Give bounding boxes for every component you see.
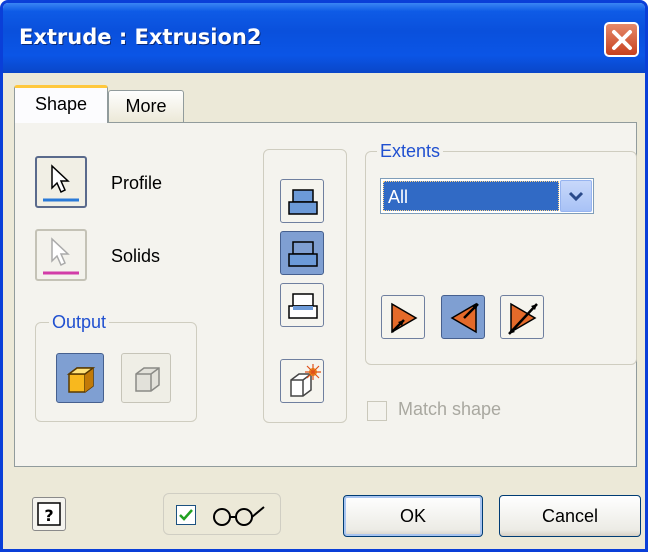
join-icon (288, 189, 318, 215)
dialog-title: Extrude : Extrusion2 (19, 25, 262, 49)
direction-2-icon (450, 302, 479, 334)
title-bar[interactable]: Extrude : Extrusion2 (3, 3, 645, 73)
direction-2-button[interactable] (441, 295, 485, 339)
output-surface-button[interactable] (121, 353, 171, 403)
cursor-arrow-icon (43, 237, 79, 275)
extents-legend: Extents (377, 141, 444, 162)
cursor-arrow-icon (43, 164, 79, 202)
solids-label: Solids (111, 246, 161, 266)
profile-select-button[interactable] (35, 156, 87, 208)
ok-button[interactable]: OK (343, 495, 483, 537)
cancel-button[interactable]: Cancel (499, 495, 641, 537)
help-icon: ? (37, 502, 61, 526)
direction-1-button[interactable] (381, 295, 425, 339)
tab-shape[interactable]: Shape (14, 85, 108, 123)
extrude-dialog: Extrude : Extrusion2 Shape More Profile … (0, 0, 648, 552)
solids-select-button[interactable] (35, 229, 87, 281)
output-solid-button[interactable] (56, 353, 104, 403)
symmetric-button[interactable] (500, 295, 544, 339)
solid-cube-icon (66, 367, 96, 393)
dropdown-arrow-button[interactable] (560, 180, 592, 212)
intersect-icon (288, 293, 318, 319)
svg-text:?: ? (44, 506, 53, 525)
tab-more[interactable]: More (108, 90, 184, 122)
profile-label: Profile (111, 173, 163, 193)
close-icon (612, 30, 632, 50)
checkmark-icon (179, 509, 193, 521)
glasses-icon[interactable] (208, 501, 270, 529)
surface-cube-icon (135, 367, 160, 392)
join-button[interactable] (280, 179, 324, 223)
cut-button[interactable] (280, 231, 324, 275)
symmetric-icon (508, 302, 538, 335)
cut-icon (288, 241, 318, 267)
help-button[interactable]: ? (32, 497, 66, 531)
extents-selected-value: All (383, 181, 559, 211)
match-shape-label: Match shape (398, 399, 502, 419)
match-shape-checkbox[interactable] (367, 401, 387, 421)
extents-dropdown[interactable]: All (380, 178, 594, 214)
intersect-button[interactable] (280, 283, 324, 327)
new-solid-icon (290, 364, 321, 397)
close-button[interactable] (604, 22, 639, 57)
direction-1-icon (391, 302, 418, 334)
preview-checkbox[interactable] (176, 505, 196, 525)
chevron-down-icon (568, 191, 584, 202)
output-legend: Output (49, 312, 110, 333)
new-solid-button[interactable] (280, 359, 324, 403)
